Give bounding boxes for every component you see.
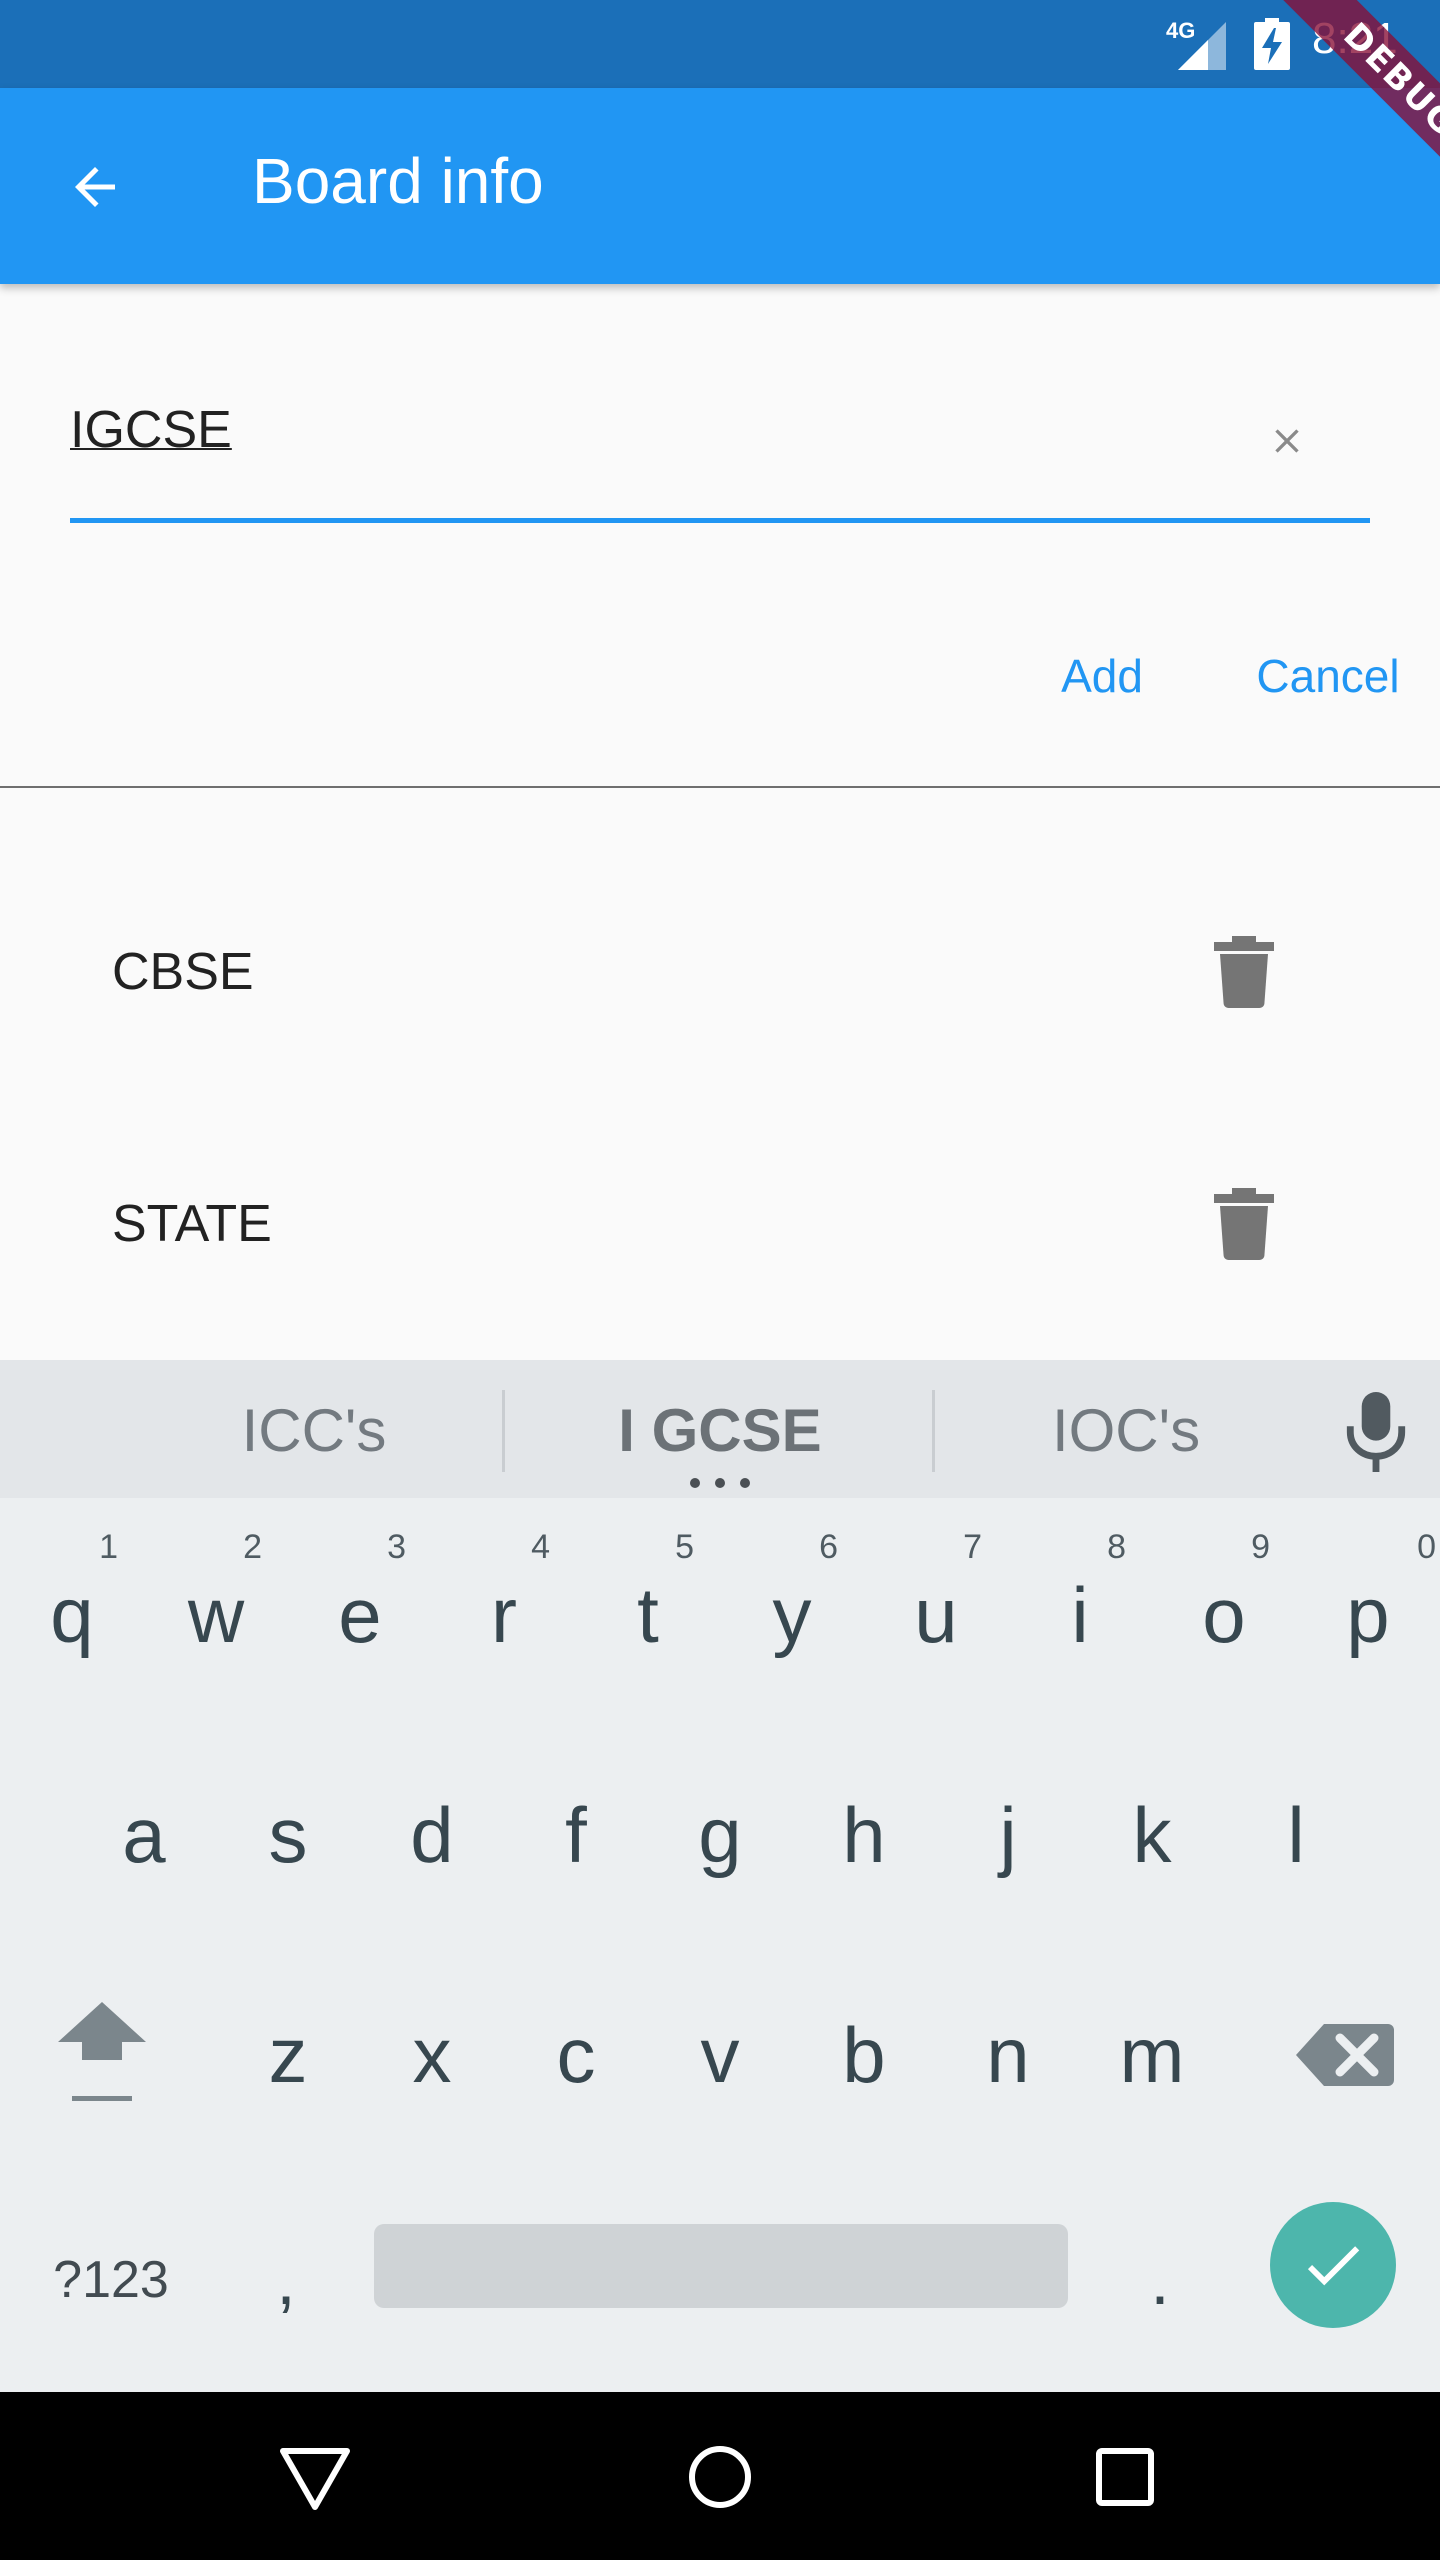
suggestion-strip: ICC's I GCSE IOC's <box>0 1360 1440 1498</box>
key-v[interactable]: v <box>648 1950 792 2150</box>
board-name: CBSE <box>112 943 254 1001</box>
enter-key[interactable] <box>1270 2202 1396 2328</box>
backspace-key[interactable] <box>1290 2000 1400 2110</box>
key-k[interactable]: k <box>1080 1730 1224 1930</box>
nav-recents-button[interactable] <box>1080 2432 1170 2522</box>
list-item: CBSE <box>0 870 1440 1070</box>
board-name: STATE <box>112 1195 272 1253</box>
comma-key[interactable]: , <box>246 2220 326 2340</box>
nav-home-icon <box>689 2446 751 2508</box>
key-c[interactable]: c <box>504 1950 648 2150</box>
cancel-button[interactable]: Cancel <box>1238 640 1418 712</box>
key-l[interactable]: l <box>1224 1730 1368 1930</box>
back-button[interactable] <box>58 150 132 224</box>
signal-icon <box>1178 22 1226 70</box>
shift-icon <box>58 2002 146 2101</box>
key-p[interactable]: 0p <box>1296 1510 1440 1710</box>
page-title: Board info <box>252 145 544 217</box>
space-key[interactable] <box>374 2224 1068 2308</box>
key-r[interactable]: 4r <box>432 1510 576 1710</box>
period-key[interactable]: . <box>1120 2220 1200 2340</box>
board-name-input-value[interactable]: IGCSE <box>70 400 232 460</box>
suggestion-separator <box>932 1390 935 1472</box>
key-o[interactable]: 9o <box>1152 1510 1296 1710</box>
app-bar: Board info <box>0 88 1440 284</box>
suggestion-separator <box>502 1390 505 1472</box>
add-button[interactable]: Add <box>1040 640 1164 712</box>
key-t[interactable]: 5t <box>576 1510 720 1710</box>
key-g[interactable]: g <box>648 1730 792 1930</box>
key-a[interactable]: a <box>72 1730 216 1930</box>
key-n[interactable]: n <box>936 1950 1080 2150</box>
suggestion-right[interactable]: IOC's <box>976 1396 1276 1465</box>
key-z[interactable]: z <box>216 1950 360 2150</box>
nav-home-button[interactable] <box>675 2432 765 2522</box>
list-item: STATE <box>0 1122 1440 1322</box>
close-icon <box>1275 429 1299 453</box>
soft-keyboard: ICC's I GCSE IOC's 1q 2w 3e 4r 5t 6y 7u … <box>0 1360 1440 2392</box>
suggestion-center[interactable]: I GCSE <box>570 1396 870 1465</box>
shift-key[interactable] <box>44 1988 160 2128</box>
battery-charging-icon <box>1254 18 1290 70</box>
key-d[interactable]: d <box>360 1730 504 1930</box>
nav-recents-icon <box>1096 2448 1154 2506</box>
key-s[interactable]: s <box>216 1730 360 1930</box>
clear-input-button[interactable] <box>1250 404 1324 478</box>
backspace-icon <box>1296 2024 1394 2086</box>
key-m[interactable]: m <box>1080 1950 1224 2150</box>
divider <box>0 786 1440 788</box>
key-i[interactable]: 8i <box>1008 1510 1152 1710</box>
nav-back-button[interactable] <box>270 2432 360 2522</box>
key-u[interactable]: 7u <box>864 1510 1008 1710</box>
key-f[interactable]: f <box>504 1730 648 1930</box>
input-underline <box>70 518 1370 523</box>
key-h[interactable]: h <box>792 1730 936 1930</box>
suggestion-left[interactable]: ICC's <box>164 1396 464 1465</box>
delete-board-button[interactable] <box>1204 932 1284 1012</box>
key-x[interactable]: x <box>360 1950 504 2150</box>
key-b[interactable]: b <box>792 1950 936 2150</box>
check-icon <box>1307 2246 1360 2286</box>
key-w[interactable]: 2w <box>144 1510 288 1710</box>
more-suggestions-indicator <box>690 1478 750 1490</box>
clock: 8:21 <box>1312 14 1398 63</box>
key-y[interactable]: 6y <box>720 1510 864 1710</box>
nav-back-icon <box>280 2448 350 2510</box>
trash-icon <box>1214 936 1274 1008</box>
key-q[interactable]: 1q <box>0 1510 144 1710</box>
symbols-key[interactable]: ?123 <box>36 2220 186 2340</box>
navigation-bar <box>0 2392 1440 2560</box>
key-e[interactable]: 3e <box>288 1510 432 1710</box>
delete-board-button[interactable] <box>1204 1184 1284 1264</box>
status-bar: 4G 8:21 <box>0 0 1440 88</box>
arrow-back-icon <box>75 167 115 207</box>
board-name-input[interactable]: IGCSE <box>70 380 1370 524</box>
trash-icon <box>1214 1188 1274 1260</box>
key-j[interactable]: j <box>936 1730 1080 1930</box>
microphone-icon[interactable] <box>1340 1392 1412 1472</box>
